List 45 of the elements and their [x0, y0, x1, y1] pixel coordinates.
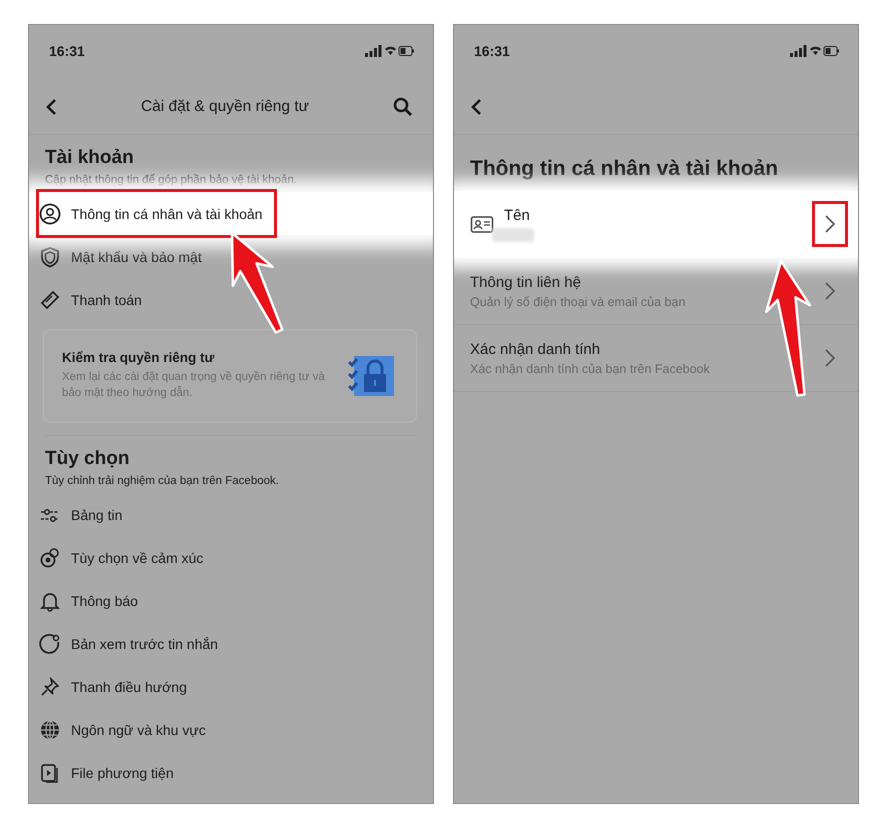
section-title: Tùy chọn: [45, 448, 130, 470]
section-subtitle: Tùy chỉnh trải nghiệm của bạn trên Facebook.: [45, 475, 280, 487]
status-time: 16:31: [49, 43, 85, 59]
chevron-icon[interactable]: [824, 348, 836, 368]
globe-icon: [39, 718, 61, 740]
pin-icon: [39, 676, 61, 698]
row-description: Quản lý số điện thoại và email của bạn: [470, 294, 686, 308]
section-subtitle: Cập nhật thông tin để góp phần bảo vệ tài khoản.: [45, 174, 298, 186]
menu-item[interactable]: File phương tiện: [71, 764, 174, 780]
row-description: Xác nhận danh tính của bạn trên Facebook: [470, 362, 711, 376]
highlighted-row[interactable]: Tên: [454, 191, 858, 258]
card-description: Xem lại các cài đặt quan trọng về quyền riêng tư và bảo mật theo hướng dẫn.: [62, 370, 326, 401]
checklist-lock-icon: [348, 354, 394, 398]
chevron-icon[interactable]: [824, 214, 836, 234]
menu-item[interactable]: Thông tin cá nhân và tài khoản: [71, 206, 262, 222]
privacy-checkup-card[interactable]: Kiểm tra quyền riêng tư Xem lại các cài đặt quan trọng về quyền riêng tư và bảo mật theo hướng dẫn.: [43, 329, 417, 423]
person-icon: [39, 202, 61, 224]
tag-icon: [39, 288, 61, 310]
media-file-icon: [39, 762, 61, 784]
shield-icon: [39, 246, 61, 268]
chat-bubble-icon: [39, 632, 61, 654]
back-icon[interactable]: [45, 98, 57, 116]
page-title: Thông tin cá nhân và tài khoản: [470, 157, 780, 181]
row-title: Xác nhận danh tính: [470, 340, 602, 358]
menu-item[interactable]: Thanh toán: [71, 292, 142, 308]
status-time: 16:31: [474, 43, 510, 59]
menu-item[interactable]: Bản xem trước tin nhắn: [71, 636, 218, 652]
search-icon[interactable]: [393, 97, 413, 117]
row-title: Tên: [504, 206, 531, 224]
menu-item[interactable]: Ngôn ngữ và khu vực: [71, 722, 206, 738]
menu-item[interactable]: Bảng tin: [71, 506, 122, 522]
menu-item[interactable]: Thông báo: [71, 592, 138, 608]
menu-item[interactable]: Tùy chọn về cảm xúc: [71, 550, 204, 566]
row-title: Thông tin liên hệ: [470, 274, 582, 290]
screen-title: Cài đặt & quyền riêng tư: [140, 98, 310, 116]
status-icons: [790, 45, 840, 57]
section-title: Tài khoản: [45, 147, 135, 169]
highlighted-row[interactable]: Thông tin cá nhân và tài khoản: [29, 192, 433, 235]
chevron-icon[interactable]: [824, 281, 836, 301]
menu-item[interactable]: Thanh điều hướng: [71, 678, 187, 694]
back-icon[interactable]: [470, 98, 482, 116]
emoji-icon: [39, 546, 61, 568]
card-title: Kiểm tra quyền riêng tư: [62, 350, 216, 366]
menu-item[interactable]: Mật khẩu và bảo mật: [71, 248, 202, 264]
status-icons: [365, 45, 415, 57]
